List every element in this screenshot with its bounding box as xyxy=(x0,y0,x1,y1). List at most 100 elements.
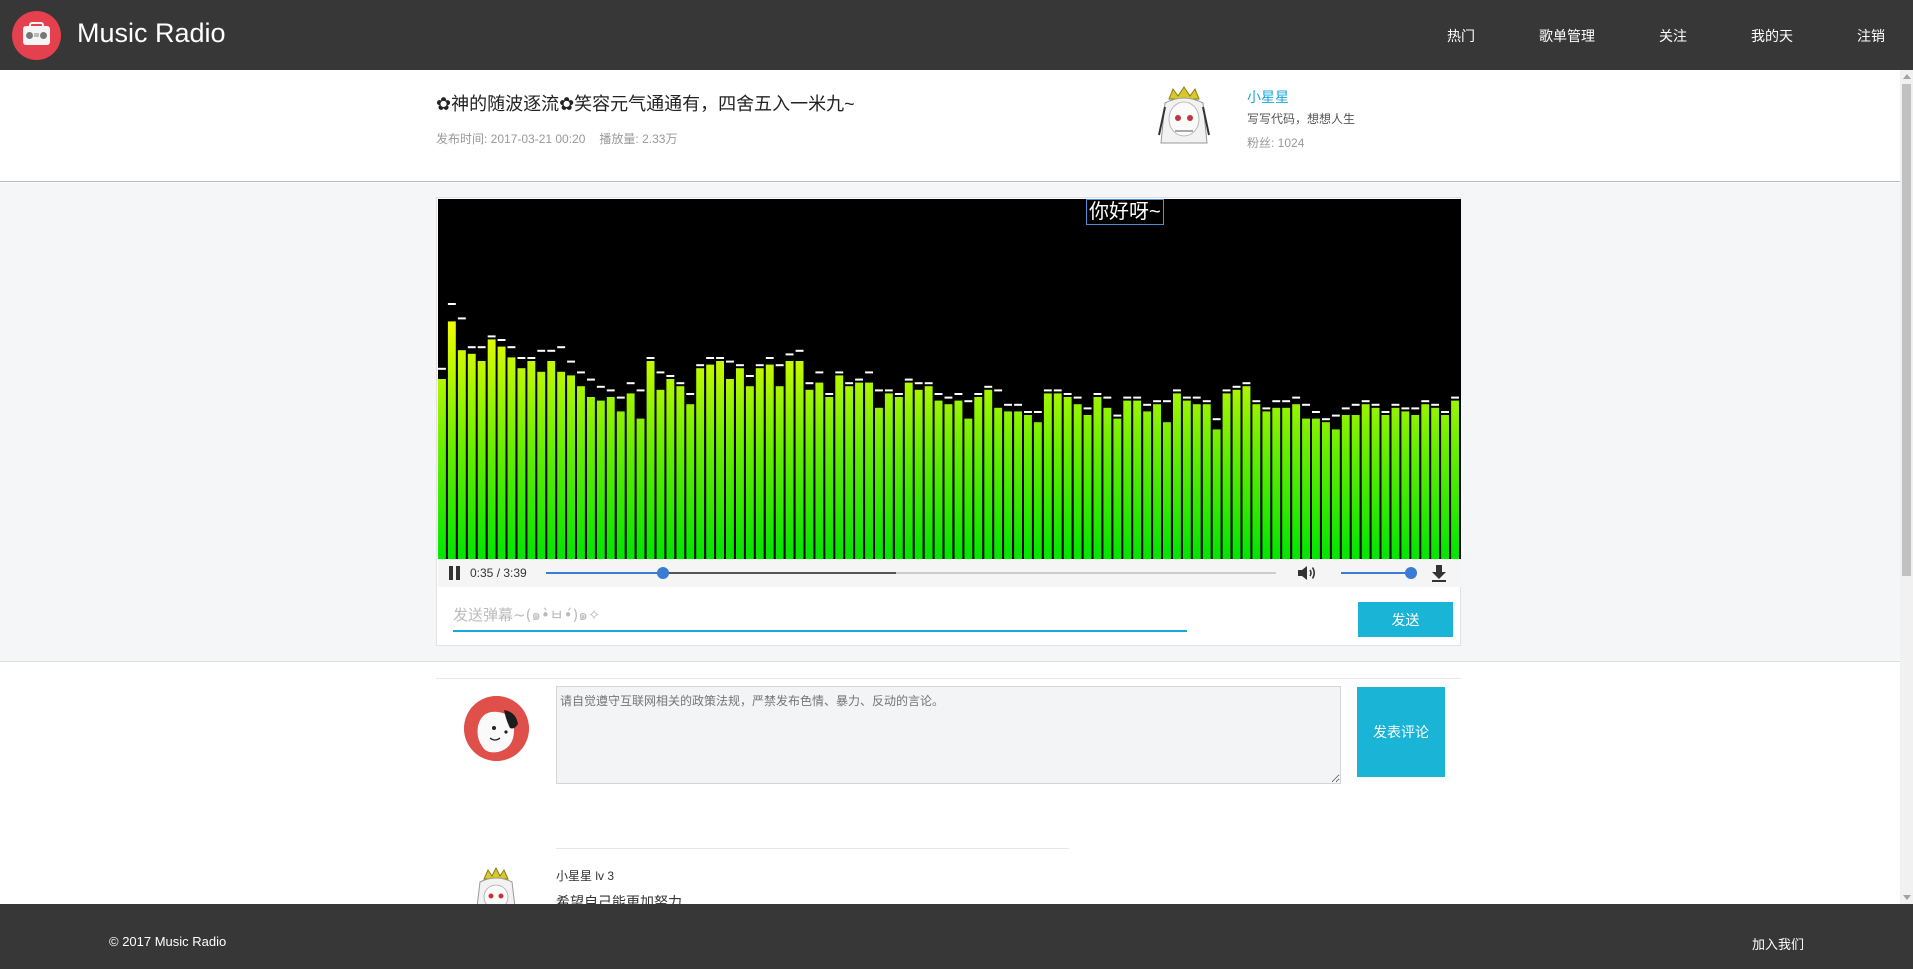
spectrum-peak-cap xyxy=(1053,389,1062,392)
nav-item-playlist-manage[interactable]: 歌单管理 xyxy=(1539,26,1595,46)
nav-item-logout[interactable]: 注销 xyxy=(1857,26,1885,46)
scrollbar-thumb[interactable] xyxy=(1902,84,1911,576)
volume-slider[interactable] xyxy=(1341,567,1417,579)
post-comment-button[interactable]: 发表评论 xyxy=(1357,687,1445,777)
spectrum-peak-cap xyxy=(1222,389,1231,392)
spectrum-peak-cap xyxy=(696,364,705,367)
uploader-name[interactable]: 小星星 xyxy=(1247,87,1289,107)
spectrum-peak-cap xyxy=(964,400,973,403)
comment-username[interactable]: 小星星 lv 3 xyxy=(556,867,614,884)
spectrum-peak-cap xyxy=(1173,389,1181,392)
spectrum-peak-cap xyxy=(1103,396,1112,399)
danmaku-bullet: 你好呀~ xyxy=(1086,199,1164,225)
spectrum-bar xyxy=(457,350,466,559)
spectrum-bar xyxy=(1272,407,1281,559)
scroll-down-arrow-icon[interactable] xyxy=(1903,895,1911,900)
spectrum-bar xyxy=(894,397,903,559)
radio-icon[interactable] xyxy=(12,11,61,60)
spectrum-peak-cap xyxy=(716,357,724,359)
spectrum-peak-cap xyxy=(974,393,983,395)
spectrum-peak-cap xyxy=(894,393,903,395)
spectrum-peak-cap xyxy=(1123,396,1132,399)
spectrum-peak-cap xyxy=(914,382,923,385)
spectrum-bar xyxy=(1192,404,1201,559)
nav-item-my-sky[interactable]: 我的天 xyxy=(1751,26,1793,46)
spectrum-peak-cap xyxy=(994,389,1003,392)
spectrum-bar xyxy=(537,371,546,559)
spectrum-bar xyxy=(1431,407,1440,559)
player-controls: 0:35 / 3:39 xyxy=(438,559,1461,587)
nav-item-hot[interactable]: 热门 xyxy=(1447,26,1475,46)
spectrum-bar xyxy=(626,393,635,559)
pause-icon[interactable] xyxy=(448,566,462,580)
spectrum-bar xyxy=(795,361,804,559)
danmaku-input[interactable] xyxy=(453,600,1187,632)
spectrum-peak-cap xyxy=(547,349,556,352)
spectrum-bar xyxy=(1153,404,1161,559)
spectrum-peak-cap xyxy=(676,382,685,385)
song-info-header: ✿神的随波逐流✿笑容元气通通有，四舍五入一米九~ 发布时间: 2017-03-2… xyxy=(0,70,1900,182)
divider xyxy=(556,848,1069,849)
volume-icon[interactable] xyxy=(1296,563,1318,583)
scrollbar[interactable] xyxy=(1900,70,1913,904)
download-icon[interactable] xyxy=(1430,563,1448,583)
scroll-up-arrow-icon[interactable] xyxy=(1903,74,1911,79)
spectrum-peak-cap xyxy=(865,371,873,374)
spectrum-peak-cap xyxy=(924,382,933,385)
spectrum-bar xyxy=(1024,415,1032,559)
spectrum-peak-cap xyxy=(1202,400,1211,403)
comment-textarea[interactable] xyxy=(556,686,1341,784)
spectrum-bar xyxy=(1103,407,1112,559)
uploader-avatar[interactable] xyxy=(1155,85,1213,147)
spectrum-bar xyxy=(1451,400,1459,559)
spectrum-peak-cap xyxy=(954,393,963,395)
spectrum-peak-cap xyxy=(1441,411,1449,413)
volume-level xyxy=(1341,572,1411,574)
brand-title[interactable]: Music Radio xyxy=(77,18,226,49)
spectrum-bar xyxy=(1292,404,1301,559)
spectrum-bar xyxy=(1302,418,1310,559)
spectrum-peak-cap xyxy=(1033,411,1042,413)
send-danmaku-button[interactable]: 发送 xyxy=(1358,602,1453,637)
user-avatar[interactable] xyxy=(464,696,529,761)
spectrum-bar xyxy=(934,400,943,559)
spectrum-peak-cap xyxy=(1451,396,1459,399)
spectrum-visualizer: 你好呀~ xyxy=(438,199,1461,559)
spectrum-peak-cap xyxy=(835,371,844,374)
spectrum-peak-cap xyxy=(884,389,893,392)
progress-bar[interactable] xyxy=(546,567,1276,579)
spectrum-peak-cap xyxy=(517,357,526,359)
nav-item-follow[interactable]: 关注 xyxy=(1659,26,1687,46)
join-us-link[interactable]: 加入我们 xyxy=(1752,934,1804,953)
spectrum-bar xyxy=(1262,411,1271,559)
spectrum-bar xyxy=(527,361,536,559)
spectrum-bar xyxy=(1361,404,1370,559)
spectrum-peak-cap xyxy=(904,378,913,381)
spectrum-peak-cap xyxy=(587,378,595,381)
spectrum-peak-cap xyxy=(1083,407,1092,410)
spectrum-bar xyxy=(497,346,506,559)
time-display: 0:35 / 3:39 xyxy=(470,566,527,580)
spectrum-peak-cap xyxy=(785,353,794,356)
spectrum-peak-cap xyxy=(606,389,615,392)
progress-handle[interactable] xyxy=(656,567,669,579)
spectrum-bar xyxy=(1252,404,1261,559)
spectrum-peak-cap xyxy=(1431,403,1440,406)
commenter-avatar[interactable] xyxy=(471,867,521,907)
spectrum-bar xyxy=(557,371,566,559)
spectrum-bar xyxy=(1411,415,1420,559)
spectrum-bar xyxy=(577,386,585,559)
spectrum-bar xyxy=(606,397,615,559)
spectrum-peak-cap xyxy=(1133,396,1142,399)
spectrum-peak-cap xyxy=(1063,393,1072,395)
spectrum-bar xyxy=(1282,407,1291,559)
spectrum-bar xyxy=(1341,415,1350,559)
spectrum-bar xyxy=(1143,411,1152,559)
uploader-description: 写写代码，想想人生 xyxy=(1247,112,1356,126)
spectrum-bar xyxy=(636,418,645,559)
spectrum-peak-cap xyxy=(845,382,854,385)
spectrum-bar xyxy=(755,368,764,559)
spectrum-peak-cap xyxy=(497,339,506,341)
volume-handle[interactable] xyxy=(1404,567,1417,579)
spectrum-bar xyxy=(994,407,1003,559)
